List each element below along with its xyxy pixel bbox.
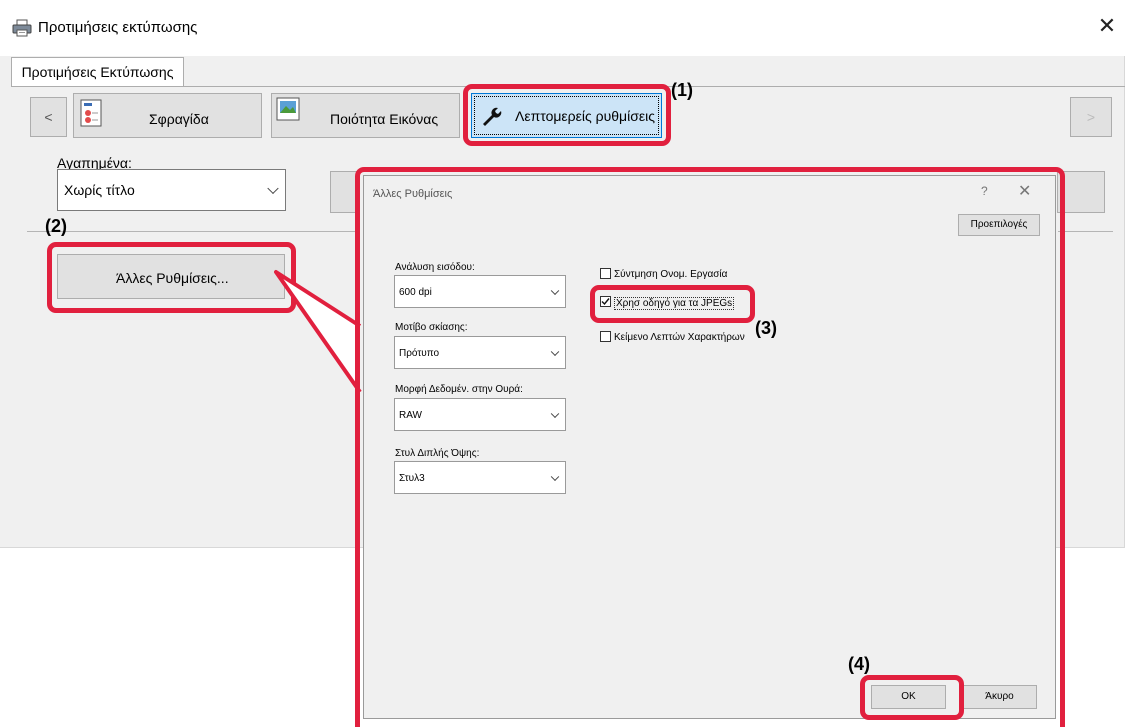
callout-highlight-jpeg-checkbox	[590, 285, 755, 323]
cancel-button[interactable]: Άκυρο	[962, 685, 1037, 709]
callout-label-4: (4)	[848, 654, 870, 674]
field-label-input-resolution: Ανάλυση εισόδου:	[395, 262, 475, 273]
chevron-down-icon	[550, 286, 560, 295]
duplex-style-dropdown[interactable]: Στυλ3	[394, 461, 566, 494]
field-label-shading-pattern: Μοτίβο σκίασης:	[395, 322, 468, 333]
callout-label-3: (3)	[755, 318, 777, 338]
chevron-down-icon	[550, 347, 560, 356]
callout-highlight-ok-button	[860, 675, 964, 720]
help-icon[interactable]: ?	[981, 184, 988, 198]
other-settings-dialog: Άλλες Ρυθμίσεις ? ✕ Προεπιλογές Ανάλυση …	[363, 175, 1056, 719]
spool-format-value: RAW	[399, 410, 422, 421]
dialog-title: Άλλες Ρυθμίσεις	[373, 188, 453, 200]
dialog-close-icon[interactable]: ✕	[1018, 181, 1031, 201]
field-label-spool-format: Μορφή Δεδομέν. στην Ουρά:	[395, 384, 523, 395]
spool-format-dropdown[interactable]: RAW	[394, 398, 566, 431]
checkbox-label-fine-text: Κείμενο Λεπτών Χαρακτήρων	[614, 332, 745, 343]
defaults-button[interactable]: Προεπιλογές	[958, 214, 1040, 236]
input-resolution-value: 600 dpi	[399, 287, 432, 298]
chevron-down-icon	[550, 409, 560, 418]
shading-pattern-value: Πρότυπο	[399, 348, 440, 359]
chevron-down-icon	[550, 472, 560, 481]
duplex-style-value: Στυλ3	[399, 473, 425, 484]
input-resolution-dropdown[interactable]: 600 dpi	[394, 275, 566, 308]
field-label-duplex-style: Στυλ Διπλής Όψης:	[395, 448, 480, 459]
checkbox-label-shorten-job-name: Σύντμηση Ονομ. Εργασία	[614, 269, 728, 280]
shading-pattern-dropdown[interactable]: Πρότυπο	[394, 336, 566, 369]
checkbox-fine-text[interactable]	[600, 331, 611, 342]
checkbox-shorten-job-name[interactable]	[600, 268, 611, 279]
